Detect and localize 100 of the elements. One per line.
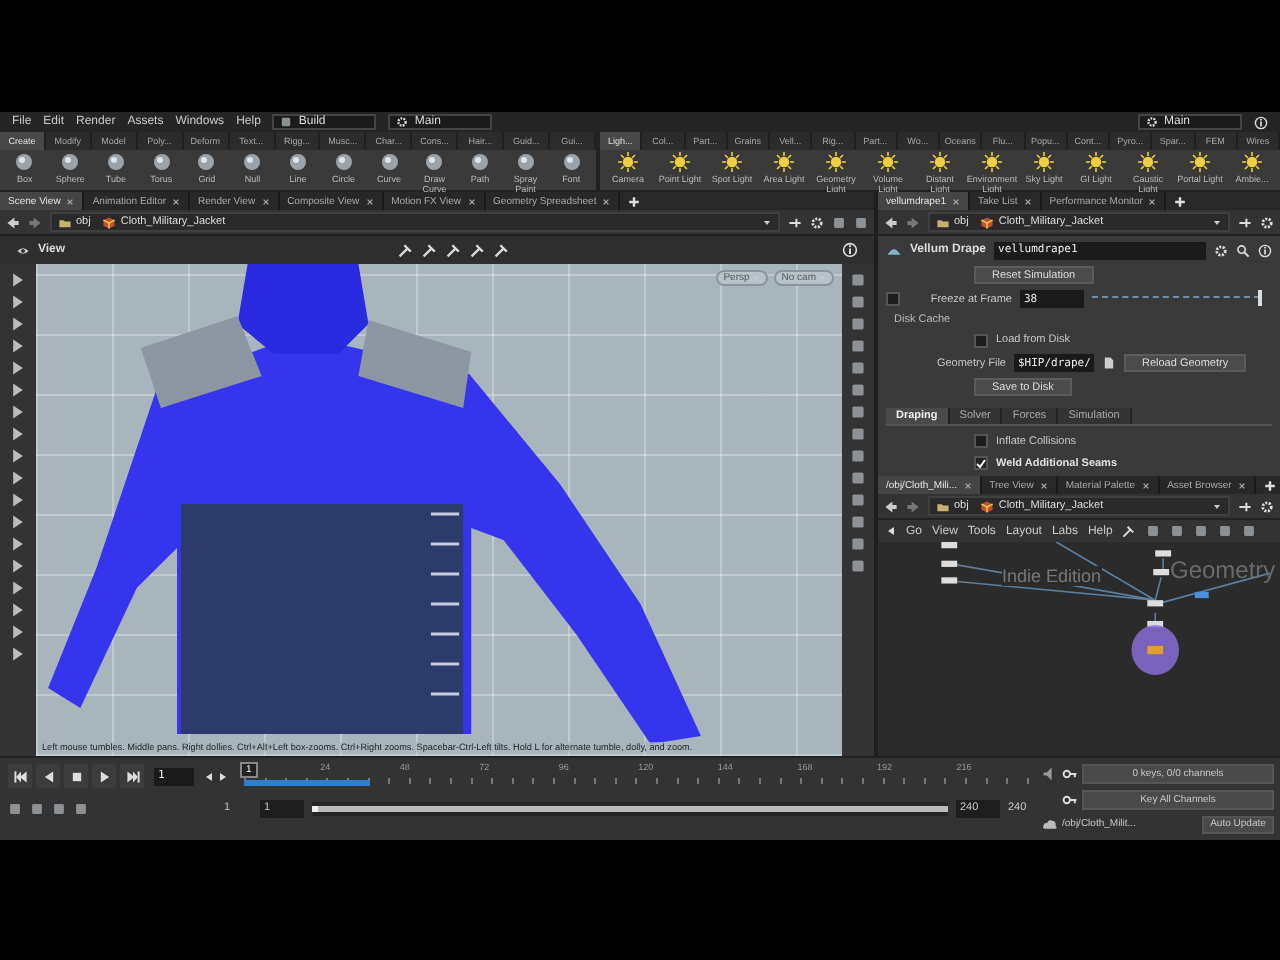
square-icon[interactable] [832, 215, 846, 229]
close-icon[interactable] [1023, 197, 1032, 205]
speaker-icon[interactable] [1042, 765, 1058, 781]
sun-icon [930, 152, 950, 172]
folder-icon [58, 215, 72, 229]
square-icon[interactable] [850, 316, 866, 332]
back-arrow-icon[interactable] [884, 215, 898, 229]
play-reverse-button[interactable] [36, 764, 60, 788]
close-icon[interactable] [467, 197, 476, 205]
gear-icon[interactable] [1214, 243, 1228, 258]
cube-icon [980, 215, 995, 229]
caret-icon [818, 274, 826, 282]
sphere-icon [60, 152, 81, 172]
add-tab-icon[interactable] [1174, 195, 1187, 207]
sun-icon [1242, 152, 1262, 172]
square-icon[interactable] [850, 404, 866, 420]
close-icon[interactable] [66, 197, 75, 205]
square-icon[interactable] [850, 294, 866, 310]
close-icon[interactable] [172, 197, 181, 205]
square-icon[interactable] [850, 558, 866, 574]
help-icon[interactable] [1258, 243, 1272, 258]
add-tab-icon[interactable] [628, 195, 641, 207]
close-icon[interactable] [261, 197, 270, 205]
checkbox[interactable] [974, 456, 988, 471]
sphere-icon [379, 152, 399, 172]
square-icon[interactable] [850, 536, 866, 552]
checkbox[interactable] [974, 333, 988, 348]
caret-icon[interactable] [1212, 501, 1222, 511]
gear-icon[interactable] [1260, 215, 1274, 229]
sphere-icon [424, 152, 445, 172]
step-back-icon[interactable] [204, 771, 214, 781]
file-browse-icon[interactable] [1102, 356, 1116, 371]
play-icon [97, 769, 111, 783]
close-icon[interactable] [1237, 481, 1246, 489]
folder-icon [936, 499, 950, 513]
square-icon[interactable] [850, 338, 866, 354]
skip-to-start-button[interactable] [8, 764, 32, 788]
forward-arrow-icon[interactable] [28, 215, 42, 229]
close-icon[interactable] [365, 197, 374, 205]
close-icon[interactable] [952, 197, 961, 205]
cube-icon [102, 215, 117, 229]
skip-to-end-icon [125, 769, 139, 783]
square-icon[interactable] [850, 382, 866, 398]
close-icon[interactable] [1148, 197, 1157, 205]
square-icon[interactable] [850, 514, 866, 530]
square-icon[interactable] [850, 426, 866, 442]
sun-icon [878, 152, 898, 172]
gear-icon [1146, 116, 1158, 128]
sphere-icon [151, 152, 172, 172]
skip-to-start-icon [13, 769, 27, 783]
slider-handle[interactable] [1258, 289, 1262, 306]
sun-icon [670, 152, 690, 172]
sphere-icon [242, 152, 263, 172]
square-icon[interactable] [850, 272, 866, 288]
sphere-icon [470, 152, 491, 172]
play-button[interactable] [92, 764, 116, 788]
back-arrow-icon[interactable] [6, 215, 20, 229]
cube-icon [980, 499, 995, 513]
sun-icon [1086, 152, 1106, 172]
sphere-icon [333, 152, 354, 172]
forward-arrow-icon[interactable] [906, 215, 920, 229]
sphere-icon [105, 152, 126, 172]
help-icon[interactable] [1254, 115, 1268, 129]
add-tab-icon[interactable] [1263, 479, 1276, 491]
square-icon[interactable] [850, 492, 866, 508]
caret-icon[interactable] [762, 217, 772, 227]
square-icon[interactable] [850, 448, 866, 464]
back-arrow-icon[interactable] [886, 526, 896, 536]
close-icon[interactable] [1141, 481, 1150, 489]
sun-icon [1034, 152, 1054, 172]
sun-icon [722, 152, 742, 172]
square-icon[interactable] [850, 360, 866, 376]
search-icon[interactable] [1236, 243, 1250, 258]
step-forward-icon[interactable] [218, 771, 228, 781]
key-icon[interactable] [1062, 765, 1078, 781]
caret-icon[interactable] [1212, 217, 1222, 227]
play-reverse-icon [41, 769, 55, 783]
pin-icon[interactable] [1238, 499, 1252, 513]
gear-icon[interactable] [1260, 499, 1274, 513]
help-icon[interactable] [842, 242, 859, 258]
square-icon[interactable] [850, 470, 866, 486]
forward-arrow-icon[interactable] [906, 499, 920, 513]
close-icon[interactable] [1039, 481, 1048, 489]
range-fill[interactable] [312, 805, 948, 811]
skip-to-end-button[interactable] [120, 764, 144, 788]
slider-track[interactable] [1092, 295, 1260, 304]
sphere-icon [287, 152, 308, 172]
folder-icon [936, 215, 950, 229]
checkbox[interactable] [974, 434, 988, 449]
close-icon[interactable] [963, 481, 972, 489]
key-icon[interactable] [1062, 791, 1078, 807]
gear-icon[interactable] [810, 215, 824, 229]
close-icon[interactable] [602, 197, 611, 205]
square-icon[interactable] [854, 215, 868, 229]
range-track[interactable] [312, 801, 948, 815]
stop-icon [69, 769, 83, 783]
pin-icon[interactable] [788, 215, 802, 229]
pin-icon[interactable] [1238, 215, 1252, 229]
checkbox[interactable] [886, 292, 900, 307]
stop-button[interactable] [64, 764, 88, 788]
